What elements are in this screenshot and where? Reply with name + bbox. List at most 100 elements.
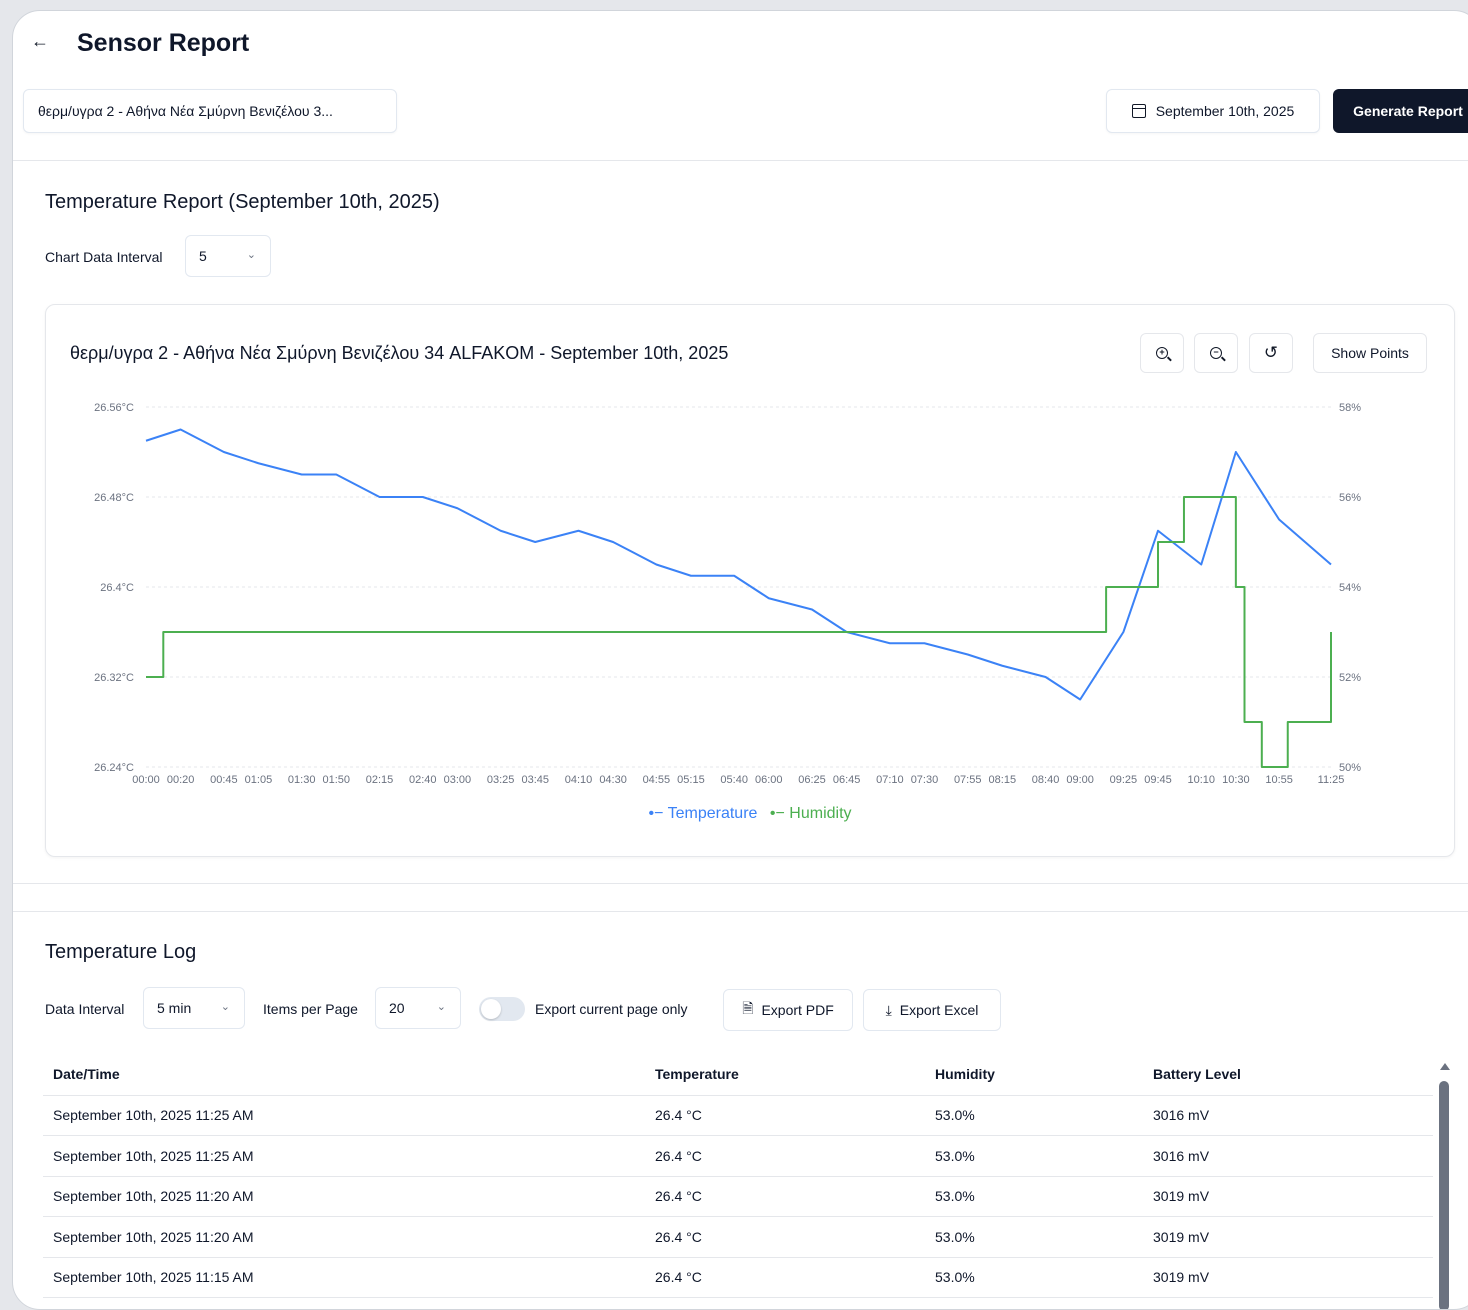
page-title: Sensor Report	[77, 29, 250, 57]
table-scrollbar[interactable]	[1437, 1059, 1451, 1309]
data-interval-label: Data Interval	[45, 1001, 125, 1017]
items-per-page-value: 20	[389, 1000, 405, 1016]
x-tick-label: 06:25	[798, 774, 826, 786]
calendar-icon	[1131, 104, 1146, 118]
arrow-left-icon[interactable]: ←	[31, 31, 49, 52]
x-tick-label: 06:45	[833, 774, 861, 786]
y-right-tick-label: 54%	[1339, 582, 1361, 594]
chart-interval-value: 5	[199, 248, 207, 264]
x-tick-label: 10:30	[1222, 774, 1250, 786]
x-tick-label: 01:05	[245, 774, 273, 786]
table-row: September 10th, 2025 11:25 AM 26.4 °C 53…	[43, 1095, 1433, 1136]
x-tick-label: 00:45	[210, 774, 238, 786]
cell-humidity: 53.0%	[925, 1095, 1143, 1136]
toggle-knob	[481, 999, 501, 1019]
export-pdf-button[interactable]: 🗎 Export PDF	[723, 989, 853, 1031]
chart-interval-select[interactable]: 5 ⌄	[185, 235, 271, 277]
cell-battery: 3019 mV	[1143, 1257, 1433, 1298]
data-interval-select[interactable]: 5 min ⌄	[143, 987, 245, 1029]
scroll-thumb[interactable]	[1439, 1081, 1449, 1309]
column-header-humidity[interactable]: Humidity	[925, 1053, 1143, 1096]
x-tick-label: 08:40	[1032, 774, 1060, 786]
y-left-tick-label: 26.48°C	[94, 492, 134, 504]
cell-datetime: September 10th, 2025 11:25 AM	[43, 1135, 645, 1177]
x-tick-label: 07:30	[911, 774, 939, 786]
export-current-page-toggle[interactable]	[479, 997, 525, 1021]
x-tick-label: 09:00	[1066, 774, 1094, 786]
items-per-page-label: Items per Page	[263, 1001, 358, 1017]
table-row: September 10th, 2025 11:25 AM 26.4 °C 53…	[43, 1135, 1433, 1177]
y-right-tick-label: 56%	[1339, 492, 1361, 504]
cell-temperature: 26.4 °C	[645, 1176, 925, 1217]
items-per-page-select[interactable]: 20 ⌄	[375, 987, 461, 1029]
column-header-datetime[interactable]: Date/Time	[43, 1053, 645, 1096]
export-excel-button[interactable]: ⤓ Export Excel	[863, 989, 1001, 1031]
legend-humidity[interactable]: Humidity	[789, 805, 851, 822]
column-header-temperature[interactable]: Temperature	[645, 1053, 925, 1096]
report-header: ← Sensor Report θερμ/υγρα 2 - Αθήνα Νέα …	[13, 11, 1468, 161]
cell-humidity: 53.0%	[925, 1176, 1143, 1217]
cell-battery: 3016 mV	[1143, 1095, 1433, 1136]
section-divider	[13, 883, 1468, 884]
chart-plot: 26.56°C 26.48°C 26.4°C 26.32°C 26.24°C 58% 56%…	[94, 402, 1361, 786]
export-excel-label: Export Excel	[899, 1002, 979, 1018]
date-picker-label: September 10th, 2025	[1155, 103, 1295, 119]
chevron-down-icon: ⌄	[436, 1001, 446, 1013]
cell-battery: 3016 mV	[1143, 1135, 1433, 1177]
log-title: Temperature Log	[45, 941, 197, 963]
file-icon: 🗎	[742, 1000, 754, 1016]
x-tick-label: 04:55	[643, 774, 671, 786]
cell-datetime: September 10th, 2025 11:15 AM	[43, 1257, 645, 1298]
x-tick-label: 07:55	[954, 774, 982, 786]
y-right-tick-label: 50%	[1339, 762, 1361, 774]
y-right-tick-label: 58%	[1339, 402, 1361, 414]
data-interval-value: 5 min	[157, 1000, 192, 1016]
x-tick-label: 02:40	[409, 774, 437, 786]
series-line-humidity	[146, 496, 1332, 768]
report-title: Temperature Report (September 10th, 2025…	[45, 191, 440, 213]
x-tick-label: 01:50	[323, 774, 351, 786]
x-tick-label: 05:15	[677, 774, 705, 786]
cell-humidity: 53.0%	[925, 1216, 1143, 1258]
cell-battery: 3019 mV	[1143, 1216, 1433, 1258]
x-tick-label: 01:30	[288, 774, 316, 786]
x-tick-label: 03:25	[487, 774, 515, 786]
cell-datetime: September 10th, 2025 11:20 AM	[43, 1176, 645, 1217]
cell-datetime: September 10th, 2025 11:25 AM	[43, 1095, 645, 1136]
series-line-temperature	[145, 428, 1332, 701]
x-tick-label: 00:20	[167, 774, 195, 786]
sensor-select[interactable]: θερμ/υγρα 2 - Αθήνα Νέα Σμύρνη Βενιζέλου…	[23, 89, 397, 133]
y-left-tick-label: 26.32°C	[94, 672, 134, 684]
chart-legend[interactable]: •− Temperature •− Humidity	[46, 805, 1454, 823]
column-header-battery[interactable]: Battery Level	[1143, 1053, 1433, 1096]
cell-temperature: 26.4 °C	[645, 1095, 925, 1136]
legend-temperature[interactable]: Temperature	[668, 805, 758, 822]
chevron-down-icon: ⌄	[220, 1001, 230, 1013]
x-tick-label: 03:45	[521, 774, 549, 786]
x-tick-label: 05:40	[720, 774, 748, 786]
scroll-up-arrow[interactable]	[1440, 1063, 1450, 1070]
table-row: September 10th, 2025 11:20 AM 26.4 °C 53…	[43, 1176, 1433, 1217]
x-tick-label: 09:45	[1144, 774, 1172, 786]
export-pdf-label: Export PDF	[761, 1002, 834, 1018]
y-left-tick-label: 26.24°C	[94, 762, 134, 774]
legend-temperature-marker: •−	[648, 805, 664, 822]
generate-report-button[interactable]: Generate Report	[1333, 89, 1468, 133]
x-tick-label: 10:10	[1187, 774, 1215, 786]
table-row: September 10th, 2025 11:20 AM 26.4 °C 53…	[43, 1216, 1433, 1258]
table-row: September 10th, 2025 11:15 AM 26.4 °C 53…	[43, 1257, 1433, 1298]
date-picker-button[interactable]: September 10th, 2025	[1106, 89, 1320, 133]
cell-humidity: 53.0%	[925, 1135, 1143, 1177]
chart-interval-label: Chart Data Interval	[45, 249, 163, 265]
x-tick-label: 03:00	[444, 774, 472, 786]
chevron-down-icon: ⌄	[246, 249, 256, 261]
x-tick-label: 02:15	[366, 774, 394, 786]
x-tick-label: 00:00	[132, 774, 160, 786]
x-tick-label: 10:55	[1265, 774, 1293, 786]
y-right-tick-label: 52%	[1339, 672, 1361, 684]
x-tick-label: 06:00	[755, 774, 783, 786]
chart-card: θερμ/υγρα 2 - Αθήνα Νέα Σμύρνη Βενιζέλου…	[45, 304, 1455, 857]
x-tick-label: 08:15	[989, 774, 1017, 786]
section-divider	[13, 911, 1468, 912]
download-icon: ⤓	[885, 1001, 892, 1018]
